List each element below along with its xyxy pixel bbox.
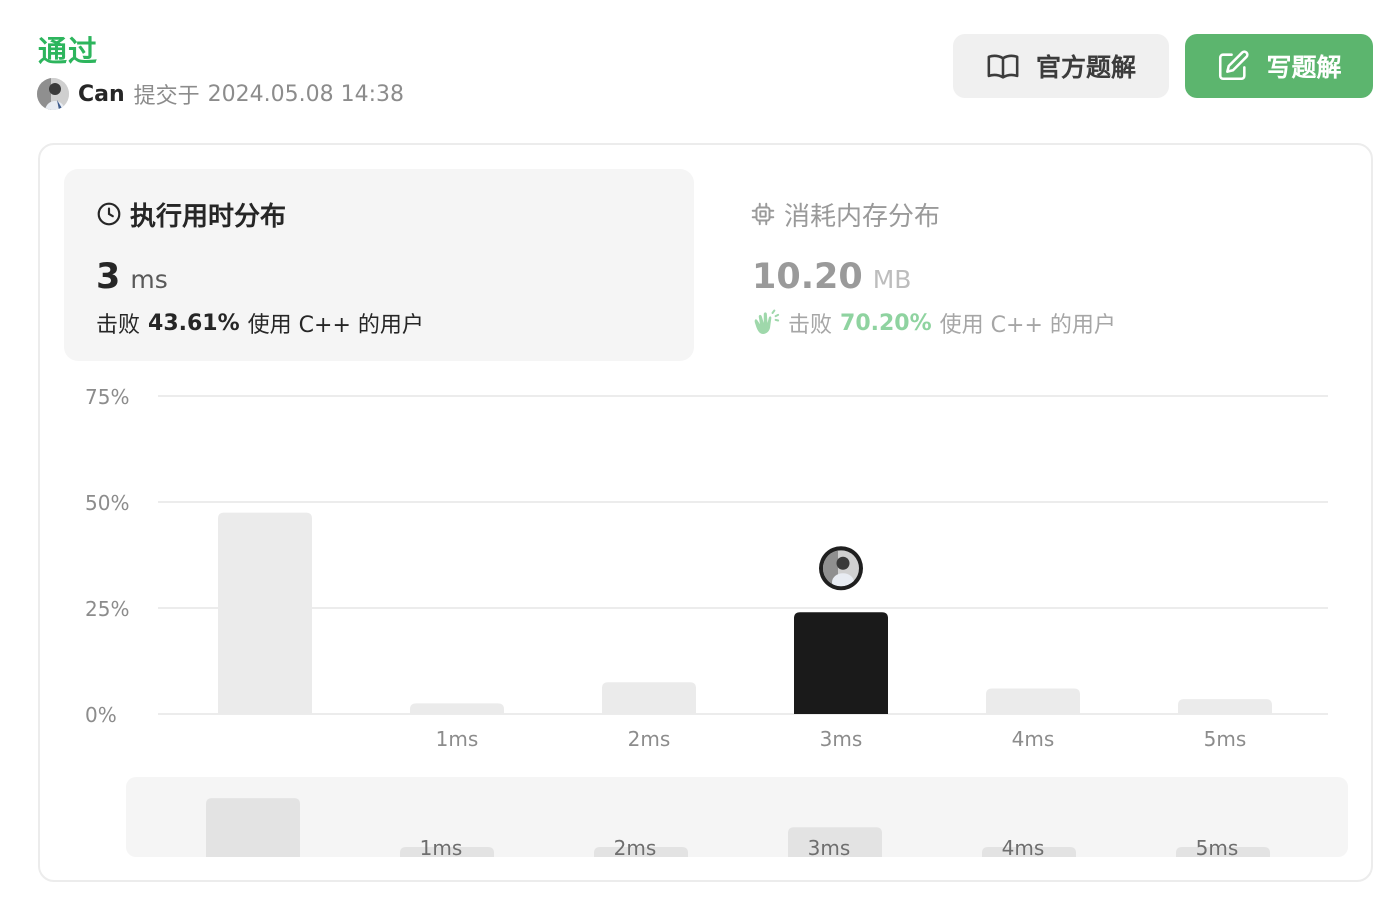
overview-bar — [206, 798, 300, 857]
bar[interactable] — [602, 682, 696, 714]
y-tick-label: 25% — [85, 597, 129, 621]
my-submission-marker — [819, 546, 863, 591]
book-open-icon — [987, 54, 1019, 79]
x-tick-label: 4ms — [1012, 727, 1055, 751]
distribution-overview[interactable]: 1ms 2ms 3ms 4ms 5ms — [126, 777, 1348, 857]
overview-x-label: 4ms — [1002, 836, 1045, 857]
y-tick-label: 50% — [85, 491, 129, 515]
y-tick-label: 0% — [85, 703, 117, 727]
submission-result-page: 通过 Can 提交于 2024.05.08 14:38 官方题解 写题解 执行用… — [0, 0, 1386, 904]
overview-x-label: 5ms — [1196, 836, 1239, 857]
bar[interactable] — [218, 512, 312, 714]
y-tick-label: 75% — [85, 385, 129, 409]
write-solution-button[interactable]: 写题解 — [1185, 34, 1373, 98]
bar[interactable] — [1178, 699, 1272, 714]
x-tick-label: 3ms — [820, 727, 863, 751]
submit-time: 2024.05.08 14:38 — [207, 81, 405, 107]
submit-label: 提交于 — [133, 84, 200, 109]
runtime-distribution-chart[interactable]: 0% 25% 50% 75% 1ms 2ms 3ms 4ms 5ms — [40, 145, 1371, 775]
bar-selected[interactable] — [794, 612, 888, 714]
bar[interactable] — [410, 703, 504, 714]
distribution-card: 执行用时分布 3 ms 击败 43.61% 使用 C++ 的用户 消耗内存分布 — [38, 143, 1373, 882]
username[interactable]: Can — [78, 82, 125, 107]
overview-x-label: 2ms — [614, 836, 657, 857]
overview-x-label: 3ms — [808, 836, 851, 857]
submission-info: Can 提交于 2024.05.08 14:38 — [37, 78, 404, 110]
write-solution-label: 写题解 — [1266, 53, 1342, 82]
bar[interactable] — [986, 688, 1080, 714]
x-tick-label: 2ms — [628, 727, 671, 751]
overview-chart[interactable]: 1ms 2ms 3ms 4ms 5ms — [126, 777, 1348, 857]
x-tick-label: 5ms — [1204, 727, 1247, 751]
official-solution-label: 官方题解 — [1035, 53, 1136, 82]
user-avatar[interactable] — [37, 78, 69, 110]
official-solution-button[interactable]: 官方题解 — [953, 34, 1169, 98]
x-tick-label: 1ms — [436, 727, 479, 751]
edit-icon — [1219, 50, 1250, 81]
status-title: 通过 — [38, 34, 99, 68]
overview-x-label: 1ms — [420, 836, 463, 857]
